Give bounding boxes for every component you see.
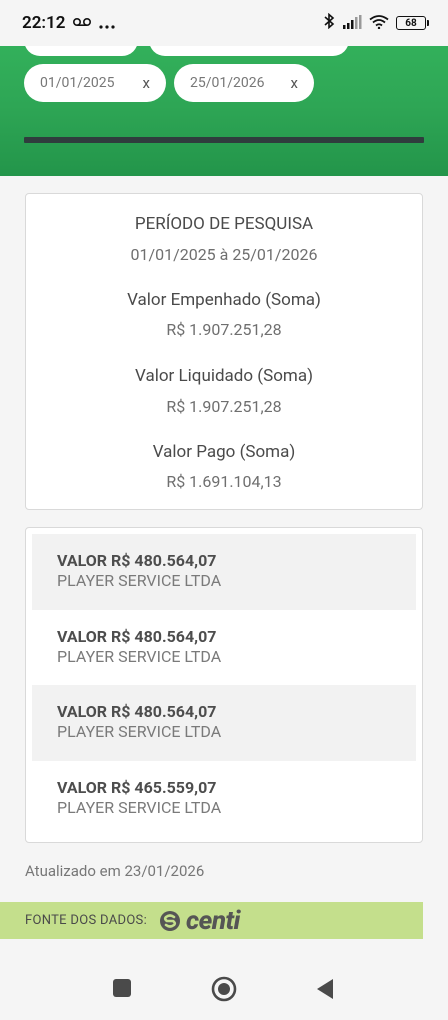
centi-logo-icon[interactable]: centi <box>159 908 240 934</box>
end-date-value: 25/01/2026 <box>190 75 265 91</box>
more-dots-icon <box>99 14 116 33</box>
pago-label: Valor Pago (Soma) <box>152 442 296 462</box>
period-label: PERÍODO DE PESQUISA <box>134 214 314 234</box>
payment-company: PLAYER SERVICE LTDA <box>57 797 222 817</box>
liquidado-value: R$ 1.907.251,28 <box>166 397 282 416</box>
list-item[interactable]: VALOR R$ 480.564,07 PLAYER SERVICE LTDA <box>32 685 416 761</box>
empenhado-value: R$ 1.907.251,28 <box>166 320 282 339</box>
clear-start-date-button[interactable]: x <box>143 74 150 92</box>
home-icon[interactable] <box>211 976 237 1006</box>
updated-date-text: Atualizado em 23/01/2026 <box>25 862 205 880</box>
start-date-value: 01/01/2025 <box>40 75 115 91</box>
payment-company: PLAYER SERVICE LTDA <box>57 722 222 741</box>
pago-value: R$ 1.691.104,13 <box>166 472 282 491</box>
payment-amount: VALOR R$ 480.564,07 <box>57 702 217 721</box>
bluetooth-icon <box>324 12 335 33</box>
payments-list: VALOR R$ 480.564,07 PLAYER SERVICE LTDA … <box>25 527 423 843</box>
payment-company: PLAYER SERVICE LTDA <box>57 571 222 590</box>
list-item[interactable]: VALOR R$ 465.559,07 PLAYER SERVICE LTDA <box>32 761 416 837</box>
battery-icon: 68 <box>396 16 429 30</box>
clear-end-date-button[interactable]: x <box>291 74 298 92</box>
payment-company: PLAYER SERVICE LTDA <box>57 646 222 666</box>
list-item[interactable]: VALOR R$ 480.564,07 PLAYER SERVICE LTDA <box>32 534 416 610</box>
wifi-icon <box>369 14 389 33</box>
centi-logo-text: centi <box>186 905 240 936</box>
payment-amount: VALOR R$ 480.564,07 <box>57 551 217 570</box>
status-time: 22:12 <box>22 13 66 33</box>
signal-icon <box>342 14 362 33</box>
liquidado-label: Valor Liquidado (Soma) <box>135 366 313 386</box>
start-date-chip[interactable]: 01/01/2025 x <box>24 64 166 102</box>
back-icon[interactable] <box>315 978 335 1004</box>
header-divider <box>24 137 424 143</box>
payment-amount: VALOR R$ 480.564,07 <box>57 626 217 646</box>
list-item[interactable]: VALOR R$ 480.564,07 PLAYER SERVICE LTDA <box>32 610 416 686</box>
status-bar: 22:12 68 <box>0 0 448 46</box>
end-date-chip[interactable]: 25/01/2026 x <box>174 64 314 102</box>
voicemail-icon <box>73 15 92 31</box>
data-source-bar: FONTE DOS DADOS: centi <box>0 902 423 939</box>
period-value: 01/01/2025 à 25/01/2026 <box>130 245 318 264</box>
source-label: FONTE DOS DADOS: <box>25 913 148 928</box>
recents-icon[interactable] <box>112 978 132 1002</box>
payment-amount: VALOR R$ 465.559,07 <box>57 777 217 797</box>
summary-card: PERÍODO DE PESQUISA 01/01/2025 à 25/01/2… <box>25 193 423 510</box>
empenhado-label: Valor Empenhado (Soma) <box>127 290 321 310</box>
